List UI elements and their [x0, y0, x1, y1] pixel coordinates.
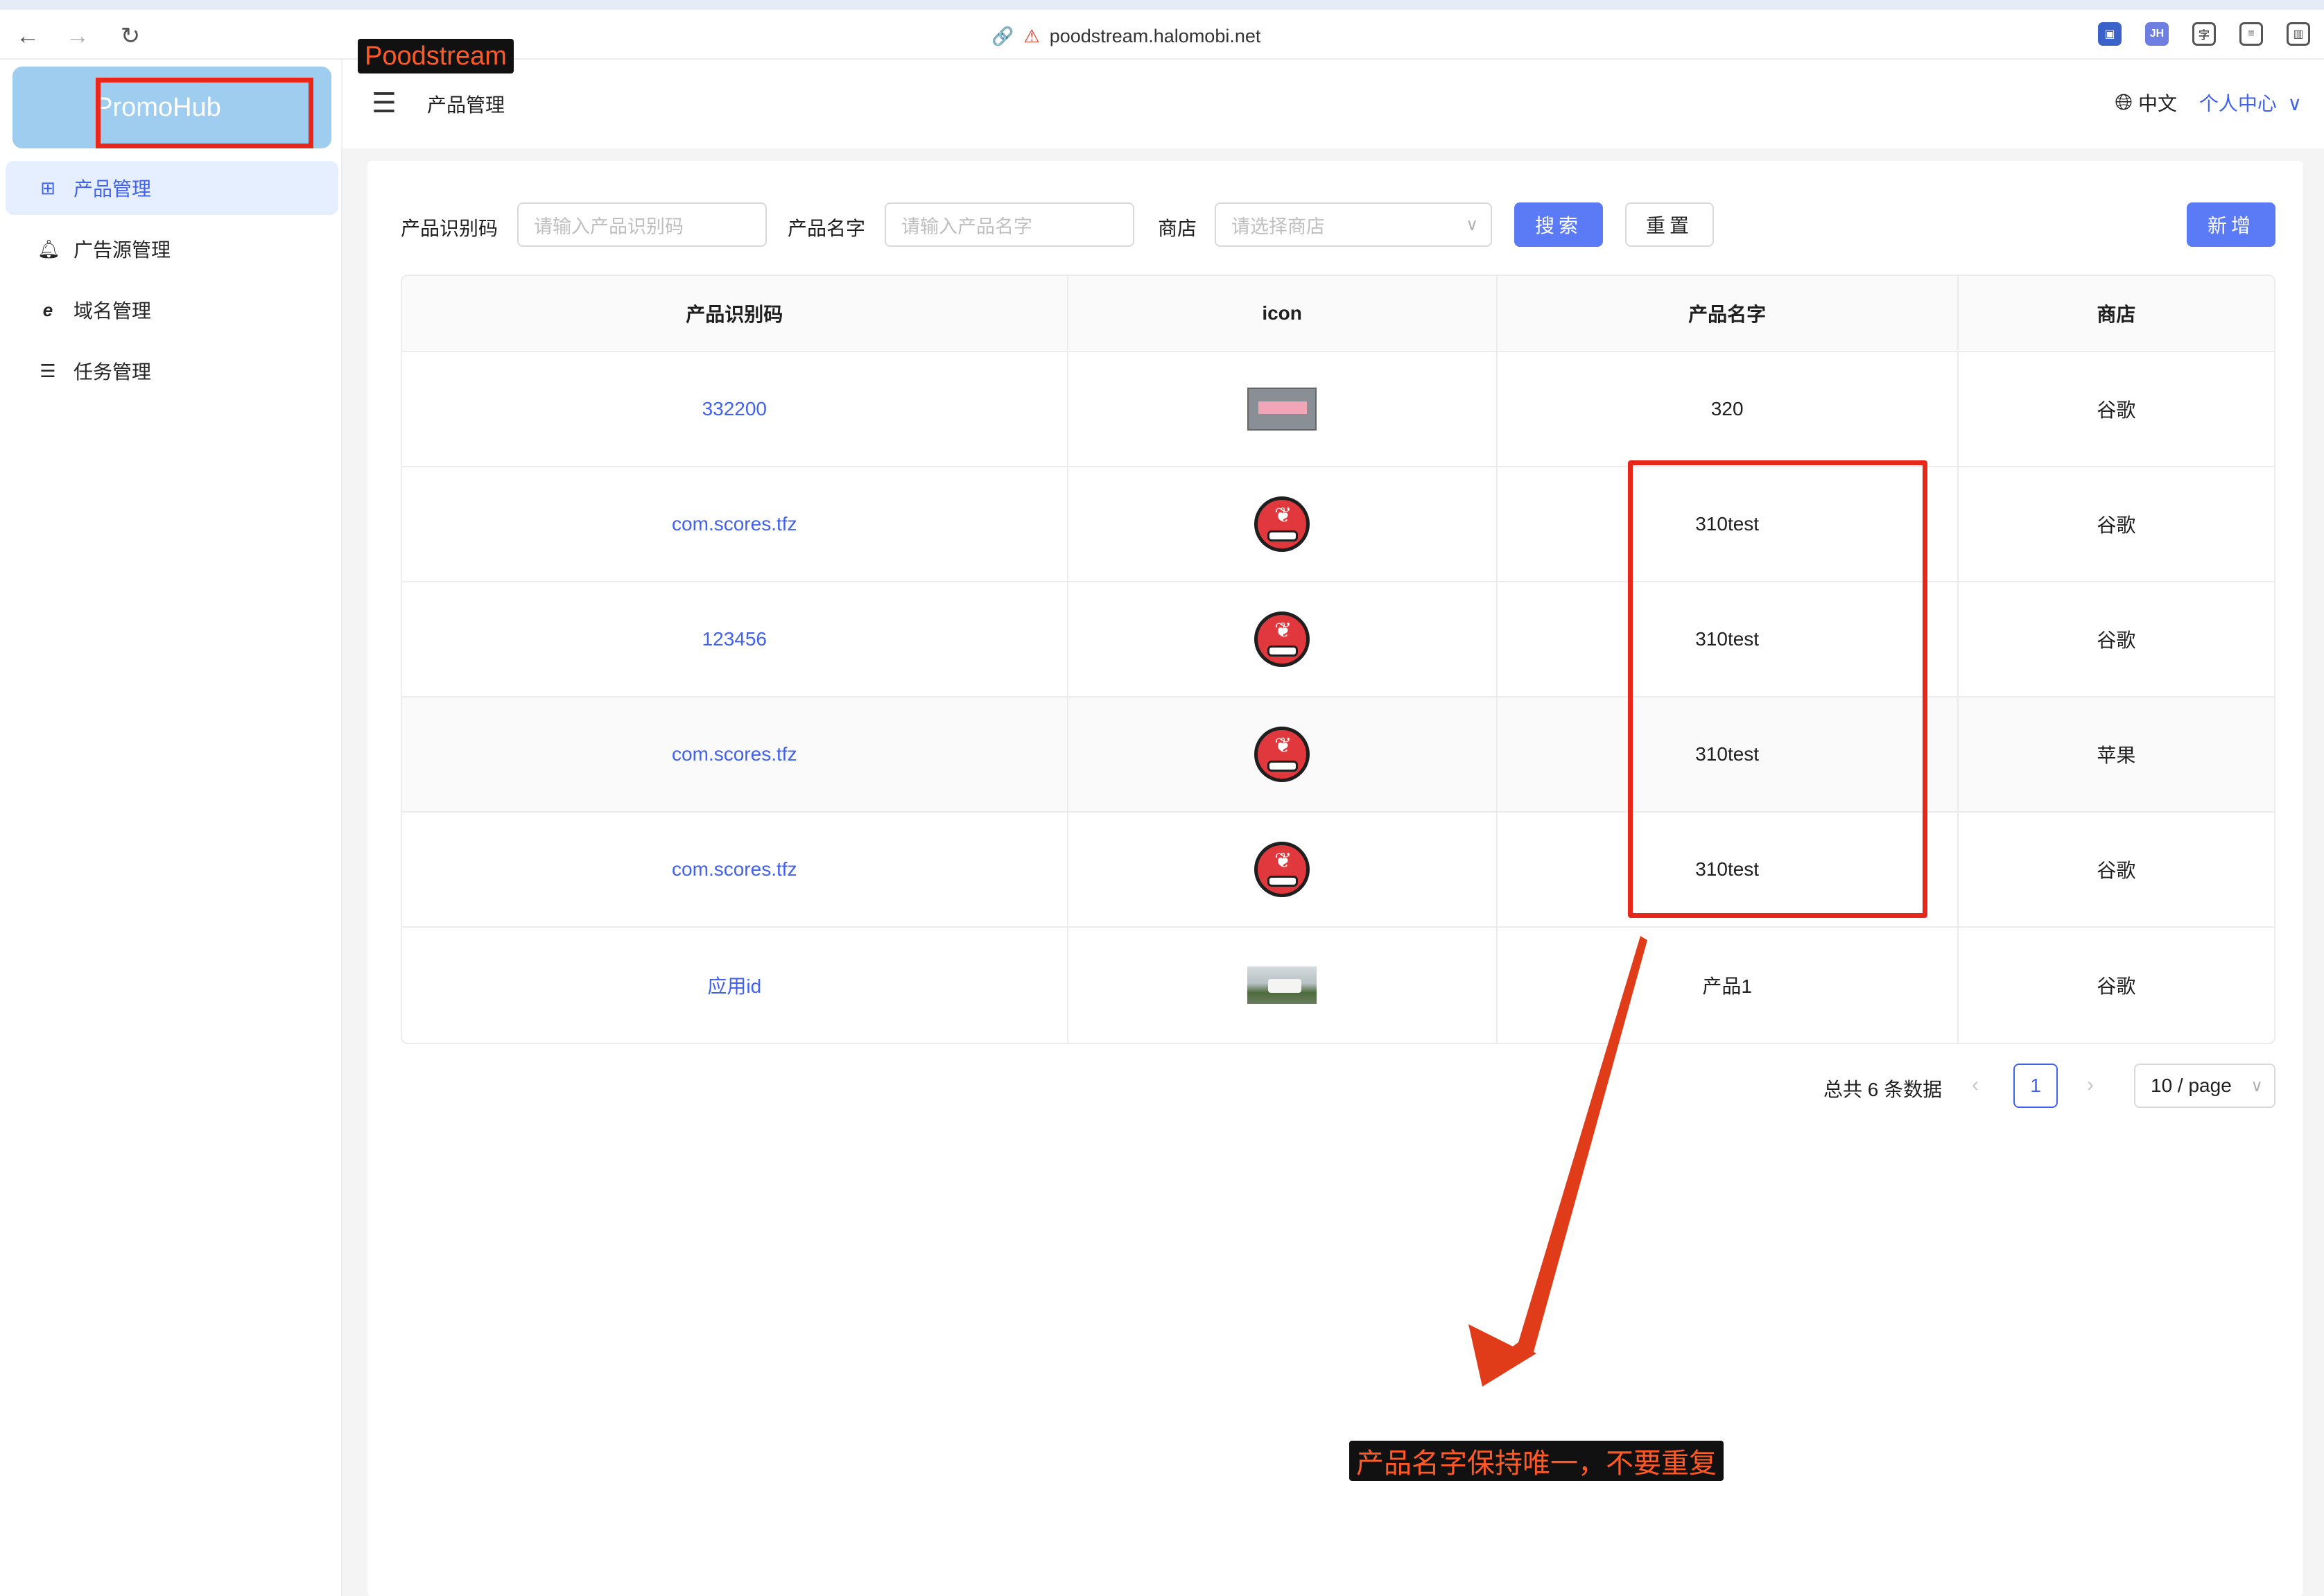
annotation-note: 产品名字保持唯一，不要重复 — [1349, 1441, 1724, 1481]
annotation-arrow — [1468, 936, 1647, 1387]
